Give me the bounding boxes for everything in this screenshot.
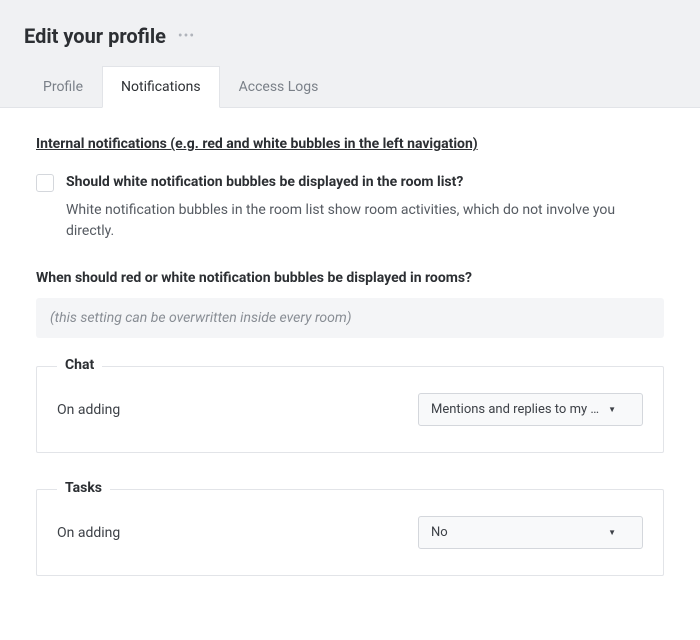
chevron-down-icon: ▼ [608,528,616,537]
tasks-fieldset: Tasks On adding No ▼ [36,489,664,576]
tasks-on-adding-label: On adding [57,525,120,541]
white-bubbles-checkbox-row: Should white notification bubbles be dis… [36,174,664,192]
tab-access-logs[interactable]: Access Logs [220,66,338,108]
chevron-down-icon: ▼ [608,405,616,414]
white-bubbles-checkbox[interactable] [36,174,54,192]
more-options-icon[interactable]: ••• [178,28,195,44]
chat-on-adding-select[interactable]: Mentions and replies to my m… ▼ [418,393,643,426]
tab-label: Profile [43,79,83,95]
select-value: Mentions and replies to my m… [431,402,602,417]
tab-profile[interactable]: Profile [24,66,102,108]
setting-override-note: (this setting can be overwritten inside … [36,298,664,338]
chat-on-adding-row: On adding Mentions and replies to my m… … [57,393,643,426]
tasks-on-adding-row: On adding No ▼ [57,516,643,549]
title-row: Edit your profile ••• [24,24,676,48]
internal-notifications-heading: Internal notifications (e.g. red and whi… [36,136,664,152]
tab-label: Notifications [121,79,201,95]
page-title: Edit your profile [24,24,166,48]
page-header: Edit your profile ••• [0,0,700,48]
select-value: No [431,525,602,540]
tasks-legend: Tasks [57,480,110,496]
white-bubbles-label: Should white notification bubbles be dis… [66,174,463,190]
white-bubbles-description: White notification bubbles in the room l… [66,200,664,242]
red-white-bubbles-subheading: When should red or white notification bu… [36,270,664,286]
chat-legend: Chat [57,357,102,373]
chat-fieldset: Chat On adding Mentions and replies to m… [36,366,664,453]
content-area: Internal notifications (e.g. red and whi… [0,107,700,640]
tabs: Profile Notifications Access Logs [0,66,700,108]
tasks-on-adding-select[interactable]: No ▼ [418,516,643,549]
chat-on-adding-label: On adding [57,402,120,418]
tab-label: Access Logs [239,79,319,95]
tab-notifications[interactable]: Notifications [102,66,220,108]
